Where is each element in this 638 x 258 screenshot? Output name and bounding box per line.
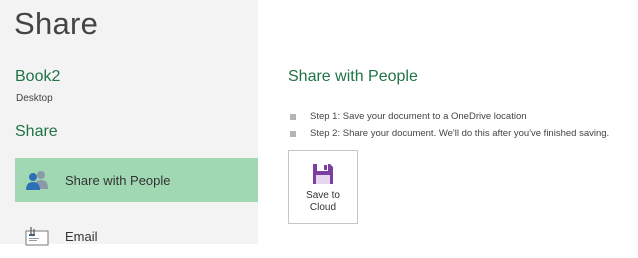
step-text: Step 1: Save your document to a OneDrive… [310,111,527,122]
document-location: Desktop [16,93,53,104]
save-to-cloud-label: Save to Cloud [306,190,340,213]
bullet-icon [290,113,296,120]
save-to-cloud-button[interactable]: Save to Cloud [288,150,358,224]
sidebar-item-email[interactable]: Email [15,214,258,258]
bullet-icon [290,130,296,137]
people-icon [25,168,49,192]
sidebar-item-label: Share with People [65,172,171,188]
page-title: Share [14,6,99,41]
instruction-step: Step 1: Save your document to a OneDrive… [290,111,527,122]
content-title: Share with People [288,68,418,85]
sidebar-item-share-with-people[interactable]: Share with People [15,158,258,202]
share-section-heading: Share [15,123,58,140]
document-name: Book2 [15,68,61,85]
instruction-step: Step 2: Share your document. We'll do th… [290,128,609,139]
email-icon [25,224,49,248]
step-text: Step 2: Share your document. We'll do th… [310,128,610,139]
sidebar-item-label: Email [65,228,98,244]
floppy-disk-icon [313,164,333,184]
